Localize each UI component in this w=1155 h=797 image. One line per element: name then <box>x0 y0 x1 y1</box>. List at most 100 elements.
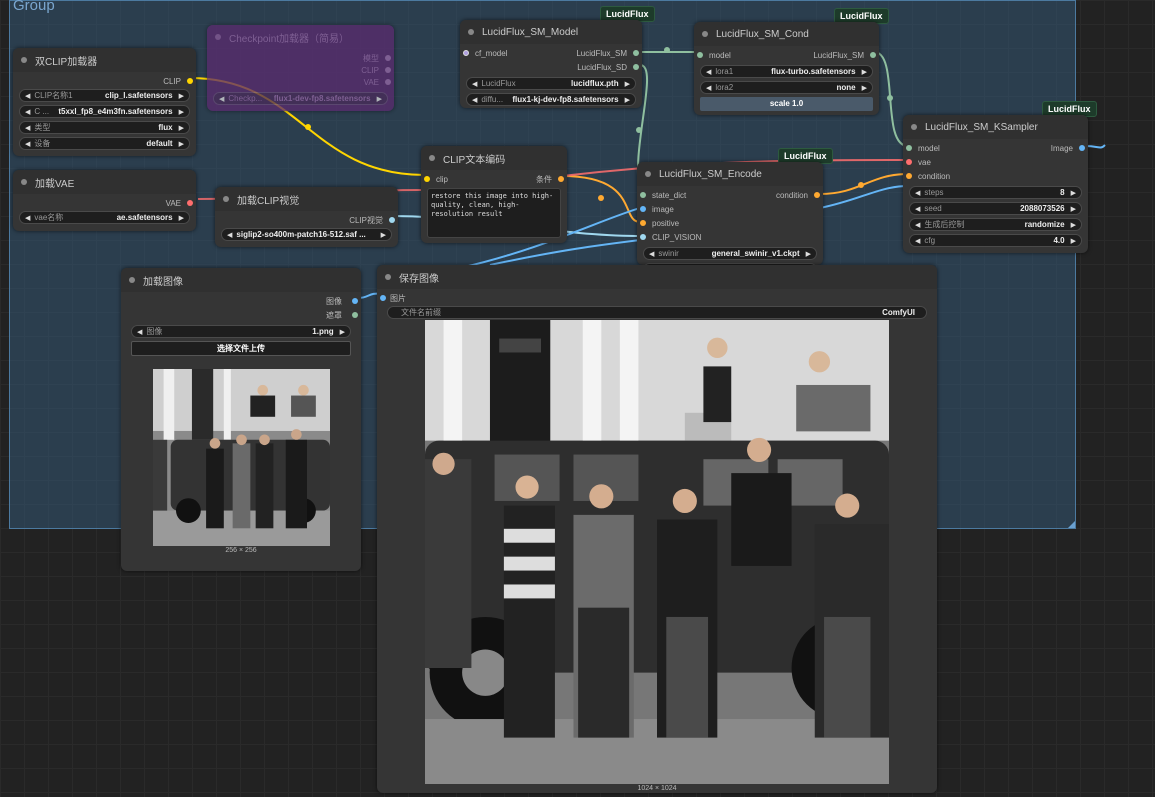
clip-name1-combo[interactable]: ◀ CLIP名称1 clip_l.safetensors ▶ <box>19 89 190 102</box>
lucidflux-sm-encode-header[interactable]: LucidFlux_SM_Encode <box>637 162 823 186</box>
right-arrow-icon[interactable]: ▶ <box>381 231 386 239</box>
output-socket-icon[interactable] <box>352 312 358 318</box>
right-arrow-icon[interactable]: ▶ <box>862 84 867 92</box>
dual-clip-loader-header[interactable]: 双CLIP加载器 <box>13 48 196 72</box>
right-arrow-icon[interactable]: ▶ <box>1071 221 1076 229</box>
output-socket-icon[interactable] <box>352 298 358 304</box>
output-slot-clip[interactable]: CLIP <box>19 74 193 88</box>
lucidflux-sm-model-node[interactable]: LucidFlux_SM_Model cf_model LucidFlux_SM… <box>460 20 642 108</box>
collapse-dot-icon[interactable] <box>385 274 391 280</box>
collapse-dot-icon[interactable] <box>223 196 229 202</box>
collapse-dot-icon[interactable] <box>702 31 708 37</box>
input-slot-clip-vision[interactable]: CLIP_VISION <box>640 230 817 244</box>
load-image-header[interactable]: 加载图像 <box>121 268 361 292</box>
checkpoint-loader-node[interactable]: Checkpoint加载器（简易） 模型 CLIP VAE ◀ Checkp..… <box>207 25 394 111</box>
output-socket-icon[interactable] <box>385 67 391 73</box>
input-socket-icon[interactable] <box>906 145 912 151</box>
group-title[interactable]: Group <box>13 0 55 14</box>
scale-slider[interactable]: scale 1.0 <box>700 97 873 111</box>
output-socket-icon[interactable] <box>385 79 391 85</box>
output-socket-icon[interactable] <box>558 176 564 182</box>
seed-number[interactable]: ◀ seed 2088073526 ▶ <box>909 202 1082 215</box>
right-arrow-icon[interactable]: ▶ <box>377 95 382 103</box>
collapse-dot-icon[interactable] <box>429 155 435 161</box>
save-image-node[interactable]: 保存图像 图片 文件名前缀 ComfyUI 1024 × 1024 <box>377 265 937 793</box>
output-slot-sd[interactable]: LucidFlux_SD <box>466 60 639 74</box>
right-arrow-icon[interactable]: ▶ <box>179 214 184 222</box>
clip-vision-combo[interactable]: ◀ siglip2-so400m-patch16-512.saf ... ▶ <box>221 228 392 241</box>
io-row[interactable]: state_dict condition <box>640 188 820 202</box>
lucidflux-combo[interactable]: ◀ LucidFlux lucidflux.pth ▶ <box>466 77 636 90</box>
filename-prefix-field[interactable]: 文件名前缀 ComfyUI <box>387 306 927 319</box>
diffusion-combo[interactable]: ◀ diffu... flux1-kj-dev-fp8.safetensors ▶ <box>466 93 636 106</box>
lora2-combo[interactable]: ◀ lora2 none ▶ <box>700 81 873 94</box>
right-arrow-icon[interactable]: ▶ <box>340 328 345 336</box>
output-socket-icon[interactable] <box>187 78 193 84</box>
save-image-header[interactable]: 保存图像 <box>377 265 937 289</box>
input-socket-icon[interactable] <box>380 295 386 301</box>
input-slot-condition[interactable]: condition <box>906 169 1082 183</box>
input-socket-icon[interactable] <box>640 234 646 240</box>
input-slot-images[interactable]: 图片 <box>380 291 927 305</box>
load-clip-vision-node[interactable]: 加载CLIP视觉 CLIP视觉 ◀ siglip2-so400m-patch16-… <box>215 187 398 247</box>
clip-text-encode-header[interactable]: CLIP文本编码 <box>421 146 567 170</box>
lucidflux-sm-model-header[interactable]: LucidFlux_SM_Model <box>460 20 642 44</box>
input-socket-icon[interactable] <box>640 220 646 226</box>
checkpoint-loader-header[interactable]: Checkpoint加载器（简易） <box>207 25 394 49</box>
clip-name2-combo[interactable]: ◀ C ... t5xxl_fp8_e4m3fn.safetensors ▶ <box>19 105 190 118</box>
collapse-dot-icon[interactable] <box>468 29 474 35</box>
right-arrow-icon[interactable]: ▶ <box>1071 189 1076 197</box>
lora1-combo[interactable]: ◀ lora1 flux-turbo.safetensors ▶ <box>700 65 873 78</box>
output-socket-icon[interactable] <box>385 55 391 61</box>
collapse-dot-icon[interactable] <box>21 57 27 63</box>
lucidflux-sm-ksampler-header[interactable]: LucidFlux_SM_KSampler <box>903 115 1088 139</box>
dual-clip-loader-node[interactable]: 双CLIP加载器 CLIP ◀ CLIP名称1 clip_l.safetensors… <box>13 48 196 156</box>
type-combo[interactable]: ◀ 类型 flux ▶ <box>19 121 190 134</box>
collapse-dot-icon[interactable] <box>21 179 27 185</box>
load-vae-header[interactable]: 加载VAE <box>13 170 196 194</box>
upload-button[interactable]: 选择文件上传 <box>131 341 351 356</box>
load-vae-node[interactable]: 加载VAE VAE ◀ vae名称 ae.safetensors ▶ <box>13 170 196 231</box>
io-row[interactable]: model LucidFlux_SM <box>697 48 876 62</box>
image-combo[interactable]: ◀ 图像 1.png ▶ <box>131 325 351 338</box>
right-arrow-icon[interactable]: ▶ <box>179 124 184 132</box>
output-socket-icon[interactable] <box>389 217 395 223</box>
right-arrow-icon[interactable]: ▶ <box>1071 237 1076 245</box>
load-clip-vision-header[interactable]: 加载CLIP视觉 <box>215 187 398 211</box>
lucidflux-sm-cond-header[interactable]: LucidFlux_SM_Cond <box>694 22 879 46</box>
io-row[interactable]: model Image <box>906 141 1085 155</box>
io-row[interactable]: cf_model LucidFlux_SM <box>463 46 639 60</box>
input-socket-icon[interactable] <box>640 206 646 212</box>
group-resize-handle[interactable] <box>1068 521 1075 528</box>
collapse-dot-icon[interactable] <box>911 124 917 130</box>
output-socket-icon[interactable] <box>633 64 639 70</box>
cfg-number[interactable]: ◀ cfg 4.0 ▶ <box>909 234 1082 247</box>
output-slot-vae[interactable]: VAE <box>19 196 193 210</box>
input-socket-icon[interactable] <box>463 50 469 56</box>
input-slot-positive[interactable]: positive <box>640 216 817 230</box>
right-arrow-icon[interactable]: ▶ <box>806 250 811 258</box>
output-socket-icon[interactable] <box>633 50 639 56</box>
output-socket-icon[interactable] <box>814 192 820 198</box>
collapse-dot-icon[interactable] <box>645 171 651 177</box>
right-arrow-icon[interactable]: ▶ <box>625 96 630 104</box>
right-arrow-icon[interactable]: ▶ <box>625 80 630 88</box>
clip-text-encode-node[interactable]: CLIP文本编码 clip 条件 restore this image into… <box>421 146 567 243</box>
input-slot-vae[interactable]: vae <box>906 155 1082 169</box>
prompt-textarea[interactable]: restore this image into high-quality, cl… <box>427 188 561 238</box>
vae-name-combo[interactable]: ◀ vae名称 ae.safetensors ▶ <box>19 211 190 224</box>
input-socket-icon[interactable] <box>640 192 646 198</box>
device-combo[interactable]: ◀ 设备 default ▶ <box>19 137 190 150</box>
swinir-combo[interactable]: ◀ swinir general_swinir_v1.ckpt ▶ <box>643 247 817 260</box>
output-slot-vae[interactable]: VAE <box>213 75 391 89</box>
output-slot-image[interactable]: 图像 <box>131 294 358 308</box>
input-slot-image[interactable]: image <box>640 202 817 216</box>
steps-number[interactable]: ◀ steps 8 ▶ <box>909 186 1082 199</box>
ckpt-name-combo[interactable]: ◀ Checkp... flux1-dev-fp8.safetensors ▶ <box>213 92 388 105</box>
input-slot-clip[interactable]: clip 条件 <box>424 172 564 186</box>
input-socket-icon[interactable] <box>424 176 430 182</box>
lucidflux-sm-encode-node[interactable]: LucidFlux_SM_Encode state_dict condition… <box>637 162 823 265</box>
right-arrow-icon[interactable]: ▶ <box>862 68 867 76</box>
collapse-dot-icon[interactable] <box>129 277 135 283</box>
output-slot-mask[interactable]: 遮罩 <box>131 308 358 322</box>
